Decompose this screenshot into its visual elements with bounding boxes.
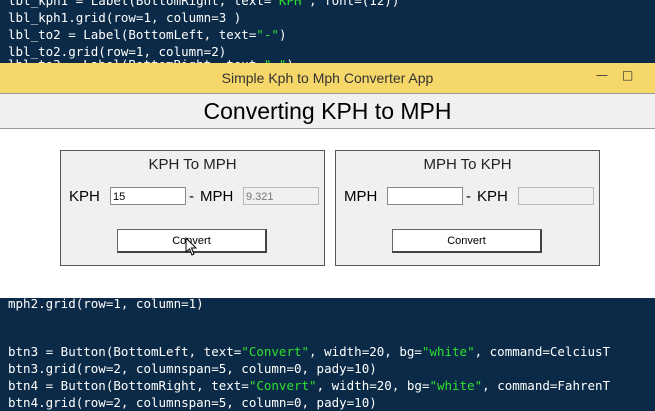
maximize-button[interactable]: □: [622, 68, 633, 82]
code-line: lbl_kph1 = Label(BottomRight, text="KPH"…: [8, 0, 400, 8]
page-heading: Converting KPH to MPH: [0, 93, 655, 129]
separator-label: -: [466, 188, 471, 205]
mph-input-field[interactable]: [387, 187, 463, 205]
code-line: btn4.grid(row=2, columnspan=5, column=0,…: [8, 395, 377, 410]
code-line: btn3 = Button(BottomLeft, text="Convert"…: [8, 344, 611, 359]
kph-output-label: KPH: [477, 188, 508, 205]
code-line: btn4 = Button(BottomRight, text="Convert…: [8, 378, 611, 393]
mph-to-kph-panel: MPH To KPH MPH - KPH Convert: [335, 150, 600, 266]
page-title: Converting KPH to MPH: [203, 98, 452, 124]
minimize-button[interactable]: —: [596, 68, 608, 82]
mph-convert-button[interactable]: Convert: [392, 229, 542, 253]
mph-input-label: MPH: [344, 188, 378, 205]
kph-input-field[interactable]: 15: [110, 187, 186, 205]
panel-title: KPH To MPH: [148, 156, 237, 173]
code-line: lbl_to2 = Label(BottomLeft, text="-"): [8, 27, 287, 42]
mph-output-label: MPH: [200, 188, 234, 205]
code-editor-bottom: mph2.grid(row=1, column=1) btn3 = Button…: [0, 295, 655, 410]
code-line: lbl_kph1.grid(row=1, column=3 ): [8, 10, 242, 25]
kph-output-field: [518, 187, 594, 205]
code-line: btn3.grid(row=2, columnspan=5, column=0,…: [8, 361, 377, 376]
app-window: Simple Kph to Mph Converter App — □ Conv…: [0, 63, 655, 298]
title-bar[interactable]: Simple Kph to Mph Converter App — □: [0, 63, 655, 93]
window-title: Simple Kph to Mph Converter App: [221, 70, 434, 86]
kph-to-mph-panel: KPH To MPH KPH 15 - MPH 9.321 Convert: [60, 150, 325, 266]
mph-output-field: 9.321: [243, 187, 319, 205]
kph-input-label: KPH: [69, 188, 100, 205]
code-editor-top: lbl_kph1 = Label(BottomRight, text="KPH"…: [0, 0, 655, 72]
mouse-cursor-icon: [185, 237, 198, 256]
panel-title: MPH To KPH: [423, 156, 512, 173]
separator-label: -: [189, 188, 194, 205]
